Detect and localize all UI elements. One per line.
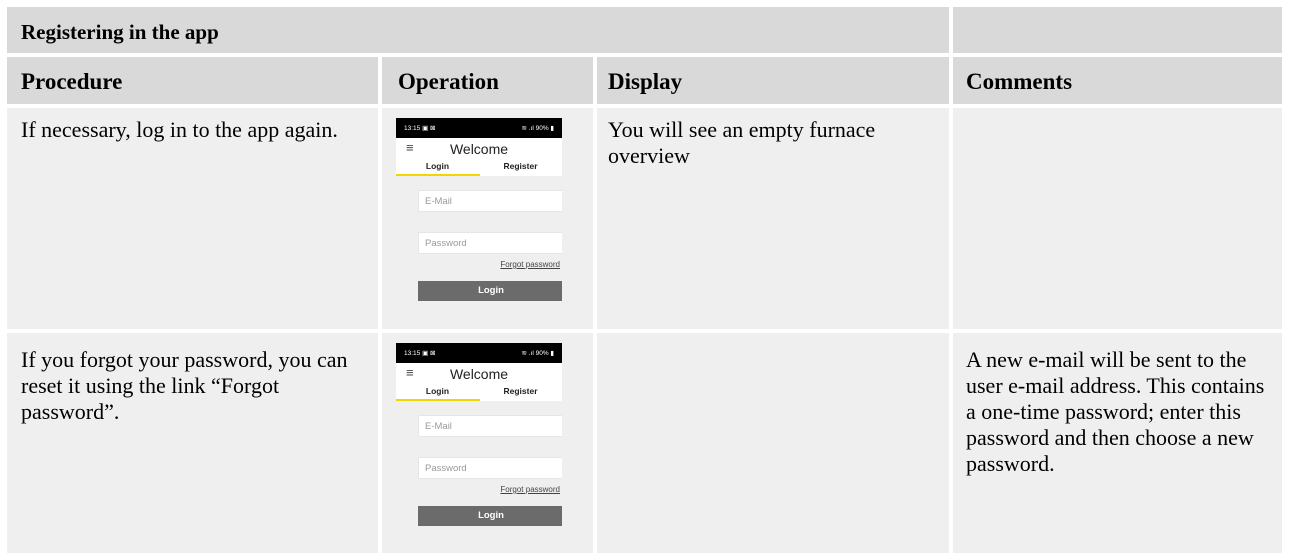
phone-status-bar: 13:15 ▣ ⊠ ≋ .ıl 90% ▮ [396, 343, 562, 363]
phone-screenshot: 13:15 ▣ ⊠ ≋ .ıl 90% ▮ ≡ Welcome Login Re… [396, 343, 562, 543]
section-title-cell: Registering in the app [7, 7, 949, 53]
table-row-2-display [597, 333, 949, 553]
tab-register[interactable]: Register [479, 385, 562, 401]
table-row-2-operation: 13:15 ▣ ⊠ ≋ .ıl 90% ▮ ≡ Welcome Login Re… [382, 333, 593, 553]
app-title: Welcome [449, 141, 509, 157]
table-row-1-comments [953, 108, 1282, 329]
forgot-password-link[interactable]: Forgot password [500, 485, 560, 494]
tab-active-indicator [396, 174, 480, 176]
section-title: Registering in the app [21, 20, 219, 44]
email-field[interactable]: E-Mail [418, 190, 562, 212]
table-row-1-display: You will see an empty furnace overview [597, 108, 949, 329]
email-field[interactable]: E-Mail [418, 415, 562, 437]
col-header-display: Display [597, 57, 949, 104]
forgot-password-link[interactable]: Forgot password [500, 260, 560, 269]
tab-register[interactable]: Register [479, 160, 562, 176]
table-row-1-procedure: If necessary, log in to the app again. [7, 108, 378, 329]
password-field[interactable]: Password [418, 457, 562, 479]
procedure-text: If necessary, log in to the app again. [21, 117, 338, 142]
tab-active-indicator [396, 399, 480, 401]
table-row-2-comments: A new e-mail will be sent to the user e-… [953, 333, 1282, 553]
col-header-comments: Comments [953, 57, 1282, 104]
phone-status-bar: 13:15 ▣ ⊠ ≋ .ıl 90% ▮ [396, 118, 562, 138]
login-button[interactable]: Login [418, 281, 562, 301]
table-row-2-procedure: If you forgot your password, you can res… [7, 333, 378, 553]
table-row-1-operation: 13:15 ▣ ⊠ ≋ .ıl 90% ▮ ≡ Welcome Login Re… [382, 108, 593, 329]
procedure-text: If you forgot your password, you can res… [21, 347, 348, 424]
display-text: You will see an empty furnace overview [608, 117, 876, 168]
password-field[interactable]: Password [418, 232, 562, 254]
col-header-procedure: Procedure [7, 57, 378, 104]
comments-text: A new e-mail will be sent to the user e-… [966, 347, 1265, 476]
app-title: Welcome [449, 366, 509, 382]
login-button[interactable]: Login [418, 506, 562, 526]
phone-screenshot: 13:15 ▣ ⊠ ≋ .ıl 90% ▮ ≡ Welcome Login Re… [396, 118, 562, 314]
section-title-empty-cell [953, 7, 1282, 53]
col-header-operation: Operation [382, 57, 593, 104]
